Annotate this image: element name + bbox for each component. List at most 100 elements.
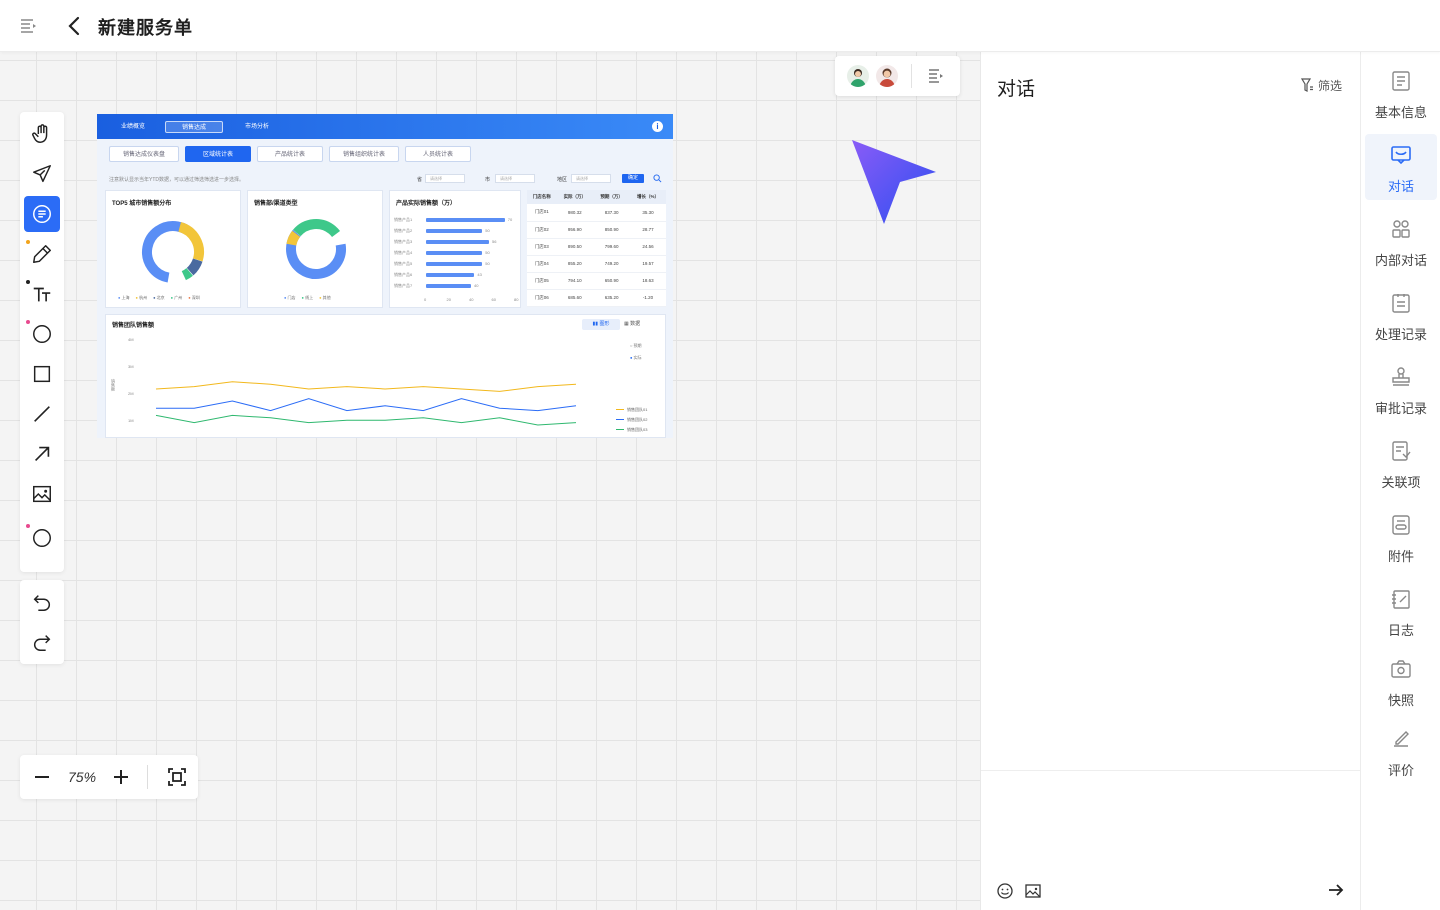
table-header: 门店名称 实际（万） 预期（万） 增长（%）	[527, 190, 666, 204]
radio-option[interactable]: ○ 预期	[630, 343, 642, 349]
nav-item-attachment[interactable]: 附件	[1365, 504, 1437, 570]
image-upload-icon[interactable]	[1025, 883, 1041, 899]
table-cell: 35.30	[629, 204, 666, 222]
avatar[interactable]	[847, 65, 869, 87]
nav-item-internal-chat[interactable]: 内部对话	[1365, 208, 1437, 274]
x-tick: 80	[514, 297, 519, 302]
text-tool[interactable]	[24, 276, 60, 312]
undo-button[interactable]	[24, 584, 60, 620]
dashboard-tab[interactable]: 市场分析	[235, 121, 279, 133]
legend-item: ● 上海	[118, 295, 130, 300]
bar-value: 56	[492, 239, 497, 244]
menu-icon[interactable]	[20, 17, 38, 35]
arrow-tool[interactable]	[24, 436, 60, 472]
header-bar: 新建服务单	[0, 0, 1440, 52]
subtab[interactable]: 销售达成仪表盘	[109, 146, 179, 162]
nav-item-approval-record[interactable]: 审批记录	[1365, 356, 1437, 422]
legend-swatch	[616, 409, 624, 411]
legend-item: 销售团队03	[616, 427, 647, 433]
nav-item-rating[interactable]: 评价	[1365, 718, 1437, 784]
image-tool[interactable]	[24, 476, 60, 512]
text-icon	[33, 287, 51, 302]
city-select[interactable]: 请选择	[495, 174, 535, 183]
donut-chart	[286, 219, 346, 279]
bar	[426, 262, 483, 266]
chat-icon	[1391, 146, 1411, 165]
column-header: 实际（万）	[556, 190, 594, 204]
nav-item-basic-info[interactable]: 基本信息	[1365, 60, 1437, 126]
card-title: TOP5 城市销售额分布	[112, 201, 172, 207]
nav-label: 评价	[1387, 763, 1414, 778]
table-cell: 650.90	[593, 272, 630, 290]
y-tick: 2M	[128, 391, 134, 396]
nav-item-log[interactable]: 日志	[1365, 578, 1437, 644]
camera-icon	[1391, 660, 1411, 678]
back-arrow-icon[interactable]	[64, 15, 84, 37]
nav-item-process-record[interactable]: 处理记录	[1365, 282, 1437, 348]
filter-label: 省	[417, 177, 423, 183]
nav-item-conversation[interactable]: 对话	[1365, 134, 1437, 200]
subtab-active[interactable]: 区域统计表	[185, 146, 251, 162]
hand-tool[interactable]	[24, 116, 60, 152]
collaborators-bar	[835, 56, 960, 96]
region-select[interactable]: 请选择	[571, 174, 611, 183]
radio-option[interactable]: ● 实际	[630, 355, 642, 361]
pointer-icon	[33, 165, 51, 183]
search-icon[interactable]	[653, 174, 662, 183]
nav-item-related[interactable]: 关联项	[1365, 430, 1437, 496]
conversation-panel: 对话 筛选	[980, 52, 1360, 910]
list-menu-icon[interactable]	[928, 68, 944, 84]
nav-item-snapshot[interactable]: 快照	[1365, 648, 1437, 714]
confirm-button[interactable]: 确定	[622, 174, 644, 183]
column-header: 增长（%）	[629, 190, 666, 204]
x-tick: 60	[491, 297, 496, 302]
subtab[interactable]: 销售组织统计表	[329, 146, 399, 162]
donut-chart	[142, 221, 204, 283]
emoji-icon[interactable]	[997, 883, 1013, 899]
store-table: 门店名称 实际（万） 预期（万） 增长（%） 门店01 980.32 837.30 35.3…	[527, 190, 666, 307]
table-cell: 794.10	[556, 272, 594, 290]
record-icon	[1392, 294, 1410, 313]
link-list-icon	[1392, 441, 1411, 461]
avatar[interactable]	[876, 65, 898, 87]
dashboard-tab-active[interactable]: 销售达成	[165, 121, 223, 133]
whiteboard-canvas[interactable]: 75% 业绩概览 销售达成 市场分析 i 销售达成仪表盘 区域统计表 产品统计表…	[0, 52, 980, 910]
x-tick: 20	[446, 297, 451, 302]
nav-label: 快照	[1387, 693, 1414, 708]
send-arrow-icon[interactable]	[1327, 881, 1345, 899]
filter-button[interactable]: 筛选	[1301, 76, 1342, 94]
line-tool[interactable]	[24, 396, 60, 432]
x-tick: 40	[469, 297, 474, 302]
rate-icon	[1394, 731, 1409, 747]
bar	[426, 273, 475, 277]
table-cell: 749.20	[593, 255, 630, 273]
dashboard-screenshot[interactable]: 业绩概览 销售达成 市场分析 i 销售达成仪表盘 区域统计表 产品统计表 销售组…	[97, 114, 673, 438]
pen-tool[interactable]	[24, 236, 60, 272]
chart-view-toggle[interactable]: ▮▮ 图形	[582, 319, 620, 330]
filter-label: 市	[485, 177, 491, 183]
zoom-level: 75%	[68, 769, 97, 785]
table-row: 门店03 890.50 799.60 24.56	[527, 238, 666, 256]
redo-button[interactable]	[24, 624, 60, 660]
province-select[interactable]: 请选择	[425, 174, 465, 183]
rectangle-tool[interactable]	[24, 356, 60, 392]
filter-note: 注意默认显示当年YTD数据，可以通过筛选筛选进一步选择。	[109, 177, 245, 183]
subtab[interactable]: 产品统计表	[257, 146, 323, 162]
zoom-in-icon[interactable]	[111, 767, 131, 787]
data-view-toggle[interactable]: ▦ 数据	[624, 319, 640, 330]
comment-tool[interactable]	[24, 196, 60, 232]
circle-tool[interactable]	[24, 316, 60, 352]
select-tool[interactable]	[24, 156, 60, 192]
table-row: 门店04 855.20 749.20 19.57	[527, 255, 666, 273]
legend-item: 销售团队02	[616, 417, 647, 423]
fit-screen-icon[interactable]	[167, 767, 187, 787]
dashboard-tab[interactable]: 业绩概览	[111, 121, 155, 133]
shape-tool[interactable]	[24, 520, 60, 556]
subtab[interactable]: 人员统计表	[405, 146, 471, 162]
filter-label: 地区	[557, 177, 568, 183]
info-icon[interactable]: i	[652, 121, 663, 132]
table-cell: 门店05	[527, 272, 557, 290]
message-input-area[interactable]	[981, 770, 1360, 910]
bar	[426, 229, 483, 233]
zoom-out-icon[interactable]	[32, 767, 52, 787]
